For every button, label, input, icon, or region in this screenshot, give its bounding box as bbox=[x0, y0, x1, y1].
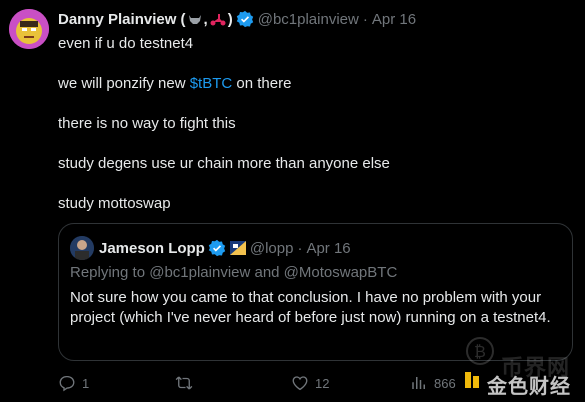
reply-button[interactable]: 1 bbox=[58, 372, 89, 394]
quoted-author-name[interactable]: Jameson Lopp bbox=[99, 240, 205, 257]
tweet-line-4: study degens use ur chain more than anyo… bbox=[58, 155, 390, 172]
views-icon bbox=[412, 377, 425, 389]
tweet-line-5: study mottoswap bbox=[58, 195, 171, 212]
views-button[interactable]: 866 bbox=[410, 372, 456, 394]
quoted-tweet[interactable]: Jameson Lopp @lopp · Apr 16 Replying to … bbox=[58, 223, 573, 361]
scooter-emoji-icon bbox=[209, 12, 227, 26]
cashtag-link[interactable]: $tBTC bbox=[190, 75, 233, 92]
tweet-header: Danny Plainview ( , ) @bc1plainview · Ap… bbox=[58, 9, 575, 29]
quoted-author-avatar bbox=[70, 236, 94, 260]
repost-icon bbox=[175, 376, 193, 390]
author-name-close: ) bbox=[227, 10, 233, 28]
quoted-tweet-date[interactable]: Apr 16 bbox=[306, 240, 350, 257]
author-name[interactable]: Danny Plainview ( bbox=[58, 11, 186, 28]
author-name-sep: , bbox=[203, 10, 208, 28]
quoted-tweet-body: Not sure how you came to that conclusion… bbox=[70, 289, 551, 326]
tweet-line-2: we will ponzify new $tBTC on there bbox=[58, 74, 573, 94]
repost-button[interactable] bbox=[174, 372, 200, 394]
quoted-verified-badge-icon bbox=[208, 239, 226, 257]
affiliate-badge-icon bbox=[229, 241, 246, 255]
action-bar: 1 12 866 bbox=[58, 372, 585, 394]
tweet-body: even if u do testnet4 we will ponzify ne… bbox=[58, 34, 573, 214]
reply-count: 1 bbox=[82, 375, 90, 391]
quoted-author-handle[interactable]: @lopp bbox=[250, 240, 294, 257]
tweet-line-1: even if u do testnet4 bbox=[58, 35, 194, 52]
heart-icon bbox=[292, 376, 308, 391]
like-count: 12 bbox=[315, 375, 330, 391]
tweet-line-2-suffix: on there bbox=[232, 75, 292, 92]
author-avatar[interactable] bbox=[9, 9, 49, 49]
bull-emoji-icon bbox=[187, 12, 203, 26]
verified-badge-icon bbox=[236, 10, 254, 28]
replying-to: Replying to @bc1plainview and @MotoswapB… bbox=[70, 264, 398, 281]
tweet-line-3: there is no way to fight this bbox=[58, 115, 236, 132]
author-handle[interactable]: @bc1plainview bbox=[258, 11, 359, 28]
tweet-date[interactable]: Apr 16 bbox=[372, 11, 416, 28]
reply-icon bbox=[59, 375, 75, 392]
tweet-line-2-prefix: we will ponzify new bbox=[58, 75, 190, 92]
quoted-separator-dot: · bbox=[297, 239, 303, 257]
like-button[interactable]: 12 bbox=[291, 372, 329, 394]
quoted-tweet-header: Jameson Lopp @lopp · Apr 16 bbox=[70, 236, 562, 260]
view-count: 866 bbox=[434, 375, 456, 391]
separator-dot: · bbox=[362, 10, 368, 28]
